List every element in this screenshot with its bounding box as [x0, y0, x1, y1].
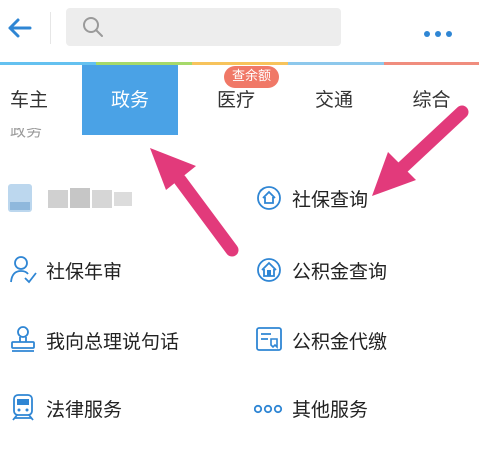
service-label: 法律服务 [46, 399, 123, 421]
service-label: 公积金查询 [292, 261, 388, 283]
service-housing-fund-query[interactable]: 公积金查询 [254, 250, 454, 290]
service-social-security-review[interactable]: 社保年审 [8, 250, 228, 290]
stamp-person-icon [8, 324, 38, 354]
service-social-security-query[interactable]: 社保查询 [254, 178, 454, 218]
three-circles-icon [253, 392, 284, 422]
search-input[interactable] [66, 8, 341, 46]
service-housing-fund-payment[interactable]: 公积金代缴 [254, 320, 454, 360]
search-icon [82, 16, 104, 38]
service-message-to-premier[interactable]: 我向总理说句话 [8, 320, 238, 360]
balance-badge: 查余额 [224, 66, 280, 88]
tab-government[interactable]: 政务 [82, 65, 178, 135]
arrow-to-government-tab [150, 148, 239, 257]
tab-general[interactable]: 综合 [384, 65, 479, 135]
person-check-icon [8, 254, 38, 284]
train-icon [8, 392, 38, 422]
header-divider [50, 12, 51, 44]
service-label: 其他服务 [292, 399, 369, 421]
blurred-service-item[interactable] [6, 180, 146, 216]
service-label: 社保查询 [292, 189, 369, 211]
more-dots-icon[interactable] [424, 22, 464, 37]
back-arrow-icon[interactable] [4, 12, 40, 44]
tab-traffic[interactable]: 交通 [286, 65, 382, 135]
blurred-avatar [8, 184, 132, 212]
section-label: 政务 [10, 128, 43, 140]
tab-car-owner[interactable]: 车主 [0, 65, 90, 135]
card-receipt-icon [254, 324, 284, 354]
top-bar [0, 0, 479, 62]
service-label: 公积金代缴 [292, 331, 388, 353]
service-other[interactable]: 其他服务 [253, 388, 454, 428]
service-legal[interactable]: 法律服务 [8, 388, 228, 428]
service-label: 社保年审 [46, 261, 123, 283]
house-coin-icon [254, 254, 284, 284]
shield-house-icon [254, 182, 284, 212]
service-label: 我向总理说句话 [46, 331, 180, 353]
